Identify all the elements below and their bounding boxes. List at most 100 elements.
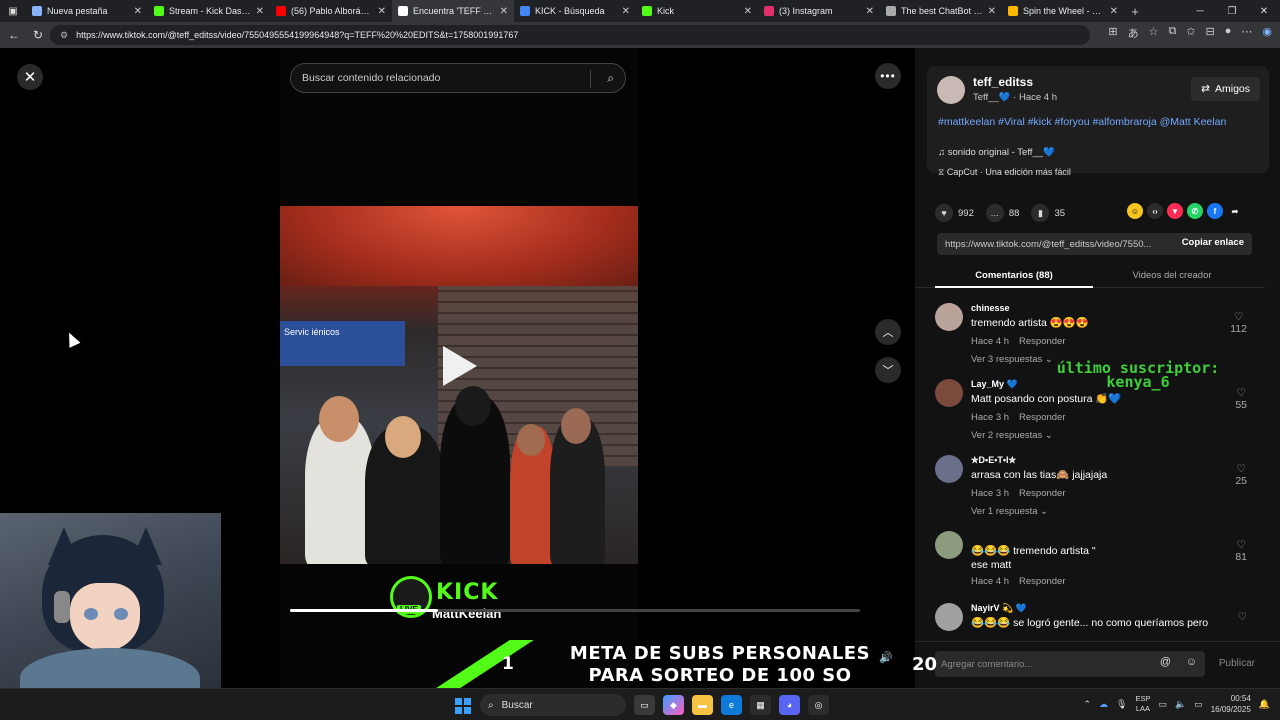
previous-video-button[interactable]: ︿: [875, 319, 901, 345]
comment-like[interactable]: ♡ 55: [1235, 387, 1247, 411]
onedrive-icon[interactable]: ☁: [1099, 699, 1108, 710]
browser-tab[interactable]: Stream - Kick Dashboard ✕: [148, 0, 270, 22]
browser-tab[interactable]: KICK - Búsqueda ✕: [514, 0, 636, 22]
like-action[interactable]: ♥ 992: [935, 204, 974, 222]
tab-creator-videos[interactable]: Videos del creador: [1093, 270, 1251, 281]
close-tab-icon[interactable]: ✕: [256, 6, 264, 17]
close-tab-icon[interactable]: ✕: [134, 6, 142, 17]
related-search-input[interactable]: Buscar contenido relacionado ⌕: [290, 63, 626, 93]
favorites-icon[interactable]: ✩: [1186, 25, 1195, 41]
play-icon[interactable]: [443, 346, 477, 386]
capcut-row[interactable]: ⧖ CapCut · Una edición más fácil: [938, 167, 1071, 178]
share-arrow-icon[interactable]: ➦: [1227, 203, 1243, 219]
translate-icon[interactable]: あ: [1128, 25, 1139, 41]
creator-username[interactable]: teff_editss: [973, 75, 1033, 89]
minimize-icon[interactable]: ─: [1184, 0, 1216, 22]
comment-like[interactable]: ♡ 112: [1230, 311, 1247, 335]
speaker-icon[interactable]: 🔈: [1175, 699, 1186, 710]
search-icon[interactable]: ⌕: [607, 71, 614, 86]
clock[interactable]: 00:54 16/09/2025: [1211, 693, 1251, 715]
edge-icon[interactable]: e: [721, 695, 742, 715]
reload-icon[interactable]: ↻: [26, 28, 50, 42]
windows-start-icon[interactable]: [455, 698, 471, 714]
comment-like[interactable]: ♡ 25: [1235, 463, 1247, 487]
commenter-username[interactable]: chinesse: [971, 303, 1010, 313]
copilot-icon[interactable]: ◉: [1262, 25, 1272, 41]
language-indicator[interactable]: ESP LAA: [1135, 694, 1150, 714]
maximize-icon[interactable]: ❐: [1216, 0, 1248, 22]
view-replies-button[interactable]: Ver 2 respuestas ⌄: [971, 430, 1053, 441]
browser-tab[interactable]: (3) Instagram ✕: [758, 0, 880, 22]
task-view-icon[interactable]: ▭: [634, 695, 655, 715]
commenter-avatar[interactable]: [935, 603, 963, 631]
close-tab-icon[interactable]: ✕: [1110, 6, 1118, 17]
reply-button[interactable]: Responder: [1019, 576, 1065, 587]
close-tab-icon[interactable]: ✕: [744, 6, 752, 17]
close-video-button[interactable]: ✕: [17, 64, 43, 90]
file-explorer-icon[interactable]: ▬: [692, 695, 713, 715]
commenter-username[interactable]: ✮D•E•T•I✮: [971, 455, 1016, 466]
close-tab-icon[interactable]: ✕: [500, 6, 508, 17]
whatsapp-icon[interactable]: ✆: [1187, 203, 1203, 219]
back-icon[interactable]: ←: [2, 28, 26, 42]
browser-tab[interactable]: Kick ✕: [636, 0, 758, 22]
browser-tab[interactable]: Spin the Wheel - Free ✕: [1002, 0, 1124, 22]
close-tab-icon[interactable]: ✕: [988, 6, 996, 17]
chevron-up-icon[interactable]: ⌃: [1083, 699, 1091, 710]
commenter-avatar[interactable]: [935, 379, 963, 407]
collections-icon[interactable]: ⊟: [1206, 25, 1215, 41]
commenter-avatar[interactable]: [935, 303, 963, 331]
comment-action[interactable]: … 88: [985, 204, 1019, 222]
app-icon[interactable]: ⊞: [1108, 25, 1117, 41]
reply-button[interactable]: Responder: [1019, 412, 1065, 423]
commenter-username[interactable]: Lay_My 💙: [971, 379, 1018, 390]
close-tab-icon[interactable]: ✕: [622, 6, 630, 17]
star-icon[interactable]: ☆: [1149, 25, 1159, 41]
emoji-icon[interactable]: ☺: [1186, 656, 1197, 668]
commenter-username[interactable]: NayirV 💫 💙: [971, 603, 1027, 614]
discord-icon[interactable]: ◕: [779, 695, 800, 715]
creator-avatar[interactable]: [937, 76, 965, 104]
embed-icon[interactable]: ‹›: [1147, 203, 1163, 219]
taskbar-search[interactable]: ⌕ Buscar: [480, 694, 626, 716]
window-menu-icon[interactable]: ▣: [0, 0, 26, 22]
comment-like[interactable]: ♡: [1238, 611, 1247, 623]
browser-tab[interactable]: Nueva pestaña ✕: [26, 0, 148, 22]
reply-button[interactable]: Responder: [1019, 336, 1065, 347]
new-tab-button[interactable]: +: [1124, 4, 1146, 19]
close-tab-icon[interactable]: ✕: [866, 6, 874, 17]
facebook-icon[interactable]: f: [1207, 203, 1223, 219]
extensions-icon[interactable]: ⧉: [1168, 25, 1176, 41]
reply-button[interactable]: Responder: [1019, 488, 1065, 499]
tab-comments[interactable]: Comentarios (88): [935, 270, 1093, 281]
browser-tab[interactable]: The best ChatBot and I ✕: [880, 0, 1002, 22]
more-options-button[interactable]: •••: [875, 63, 901, 89]
commenter-avatar[interactable]: [935, 531, 963, 559]
close-tab-icon[interactable]: ✕: [378, 6, 386, 17]
friend-share-icon[interactable]: ☺: [1127, 203, 1143, 219]
browser-tab[interactable]: Encuentra 'TEFF EDITS ✕: [392, 0, 514, 22]
post-hashtags[interactable]: #mattkeelan #Viral #kick #foryou #alfomb…: [938, 115, 1258, 129]
comment-input[interactable]: Agregar comentario... @ ☺: [935, 651, 1205, 677]
monitor-icon[interactable]: ▭: [1158, 699, 1167, 710]
video-player[interactable]: Servic iénicos: [280, 206, 638, 564]
site-info-icon[interactable]: ⚙: [60, 30, 68, 41]
close-window-icon[interactable]: ✕: [1248, 0, 1280, 22]
copy-link-button[interactable]: Copiar enlace: [1182, 237, 1244, 248]
save-action[interactable]: ▮ 35: [1031, 204, 1065, 222]
browser-tab[interactable]: (56) Pablo Alborán - Sa ✕: [270, 0, 392, 22]
sound-row[interactable]: ♫ sonido original - Teff__💙: [938, 147, 1055, 158]
battery-icon[interactable]: ▭: [1194, 699, 1203, 710]
send-icon[interactable]: ▼: [1167, 203, 1183, 219]
commenter-avatar[interactable]: [935, 455, 963, 483]
next-video-button[interactable]: ﹀: [875, 357, 901, 383]
comment-like[interactable]: ♡ 81: [1235, 539, 1247, 563]
mention-icon[interactable]: @: [1160, 656, 1171, 668]
mic-icon[interactable]: 🎙: [1116, 699, 1127, 710]
post-comment-button[interactable]: Publicar: [1219, 658, 1255, 669]
friends-button[interactable]: ⇄ Amigos: [1191, 77, 1260, 101]
profile-icon[interactable]: ●: [1225, 25, 1232, 41]
view-replies-button[interactable]: Ver 1 respuesta ⌄: [971, 506, 1048, 517]
notification-icon[interactable]: 🔔: [1259, 699, 1270, 710]
copilot-app-icon[interactable]: ◆: [663, 695, 684, 715]
